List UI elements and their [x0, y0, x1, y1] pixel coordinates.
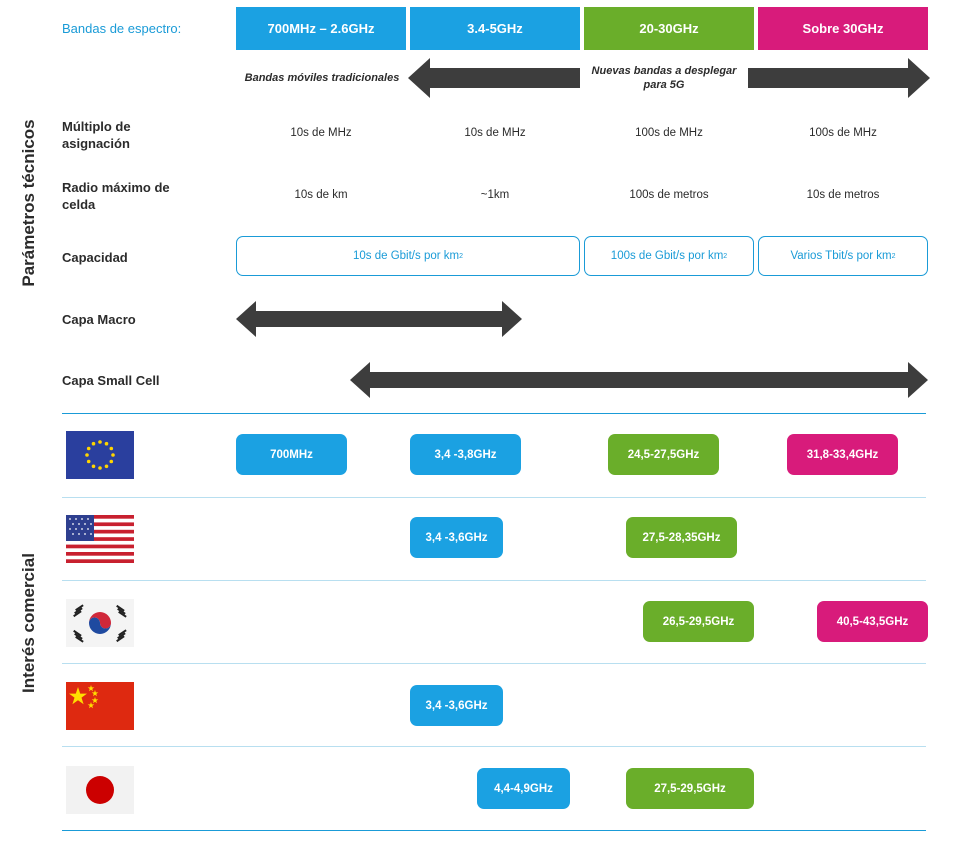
section-divider	[62, 413, 926, 414]
capacity-box-text: Varios Tbit/s por km	[790, 250, 892, 262]
new-bands-note-line2: para 5G	[643, 79, 685, 91]
new-bands-note-line1: Nuevas bandas a desplegar	[591, 65, 737, 77]
cell-radius-value: 10s de metros	[806, 189, 880, 201]
japan-flag-icon	[66, 766, 134, 814]
eu-24-5-27-5ghz-pill: 24,5-27,5GHz	[608, 434, 719, 475]
usa-flag-icon	[66, 515, 134, 563]
capacity-box-sup: 2	[459, 252, 463, 260]
korea-flag-icon	[66, 599, 134, 647]
allocation-multiple-value: 10s de MHz	[290, 127, 352, 139]
small-cell-layer-label: Capa Small Cell	[62, 373, 160, 388]
technical-parameters-title: Parámetros técnicos	[19, 119, 38, 287]
china-flag-icon	[66, 682, 134, 730]
new-bands-note: Nuevas bandas a desplegar para 5G	[580, 64, 748, 94]
allocation-multiple-label-line2: asignación	[62, 136, 130, 151]
capacity-label: Capacidad	[62, 250, 128, 265]
macro-layer-arrow	[236, 301, 522, 337]
capacity-box-over-30ghz: Varios Tbit/s por km 2	[758, 236, 928, 276]
bottom-divider	[62, 830, 926, 831]
max-cell-radius-label-line1: Radio máximo de	[62, 180, 170, 195]
max-cell-radius-label: Radio máximo de celda	[62, 179, 170, 213]
capacity-box-sup: 2	[723, 252, 728, 260]
allocation-multiple-label: Múltiplo de asignación	[62, 118, 131, 152]
eu-flag-icon	[66, 431, 134, 479]
traditional-bands-note: Bandas móviles tradicionales	[244, 72, 400, 84]
capacity-box-low-mid: 10s de Gbit/s por km 2	[236, 236, 580, 276]
korea-26-5-29-5ghz-pill: 26,5-29,5GHz	[643, 601, 754, 642]
allocation-multiple-value: 10s de MHz	[464, 127, 526, 139]
commercial-interest-title: Interés comercial	[19, 553, 38, 693]
capacity-box-text: 100s de Gbit/s por km	[610, 250, 724, 262]
japan-27-5-29-5ghz-pill: 27,5-29,5GHz	[626, 768, 754, 809]
eu-31-8-33-4ghz-pill: 31,8-33,4GHz	[787, 434, 898, 475]
row-divider	[62, 746, 926, 747]
capacity-box-sup: 2	[891, 252, 896, 260]
china-3-4-3-6ghz-pill: 3,4 -3,6GHz	[410, 685, 503, 726]
allocation-multiple-label-line1: Múltiplo de	[62, 119, 131, 134]
max-cell-radius-label-line2: celda	[62, 197, 96, 212]
cell-radius-value: 100s de metros	[629, 189, 709, 201]
eu-3-4-3-8ghz-pill: 3,4 -3,8GHz	[410, 434, 521, 475]
cell-radius-value: 10s de km	[294, 189, 348, 201]
row-divider	[62, 580, 926, 581]
usa-27-5-28-35ghz-pill: 27,5-28,35GHz	[626, 517, 737, 558]
usa-3-4-3-6ghz-pill: 3,4 -3,6GHz	[410, 517, 503, 558]
eu-700mhz-pill: 700MHz	[236, 434, 347, 475]
macro-layer-label: Capa Macro	[62, 312, 136, 327]
capacity-box-text: 10s de Gbit/s por km	[352, 250, 460, 262]
small-cell-layer-arrow	[350, 362, 928, 398]
korea-40-5-43-5ghz-pill: 40,5-43,5GHz	[817, 601, 928, 642]
capacity-box-20-30ghz: 100s de Gbit/s por km 2	[584, 236, 754, 276]
allocation-multiple-value: 100s de MHz	[809, 127, 877, 139]
japan-4-4-4-9ghz-pill: 4,4-4,9GHz	[477, 768, 570, 809]
row-divider	[62, 497, 926, 498]
cell-radius-value: ~1km	[480, 189, 510, 201]
row-divider	[62, 663, 926, 664]
allocation-multiple-value: 100s de MHz	[635, 127, 703, 139]
